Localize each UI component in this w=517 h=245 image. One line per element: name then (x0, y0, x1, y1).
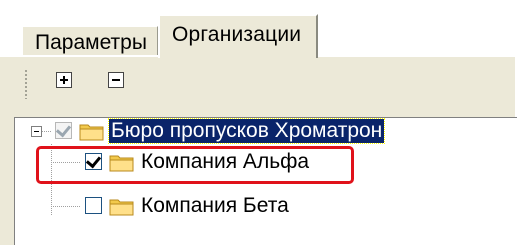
company-beta-checkbox[interactable] (85, 197, 102, 214)
tab-organizations-label: Организации (172, 23, 302, 46)
collapse-all-button[interactable] (108, 72, 124, 88)
folder-icon (109, 155, 134, 172)
organizations-window: Параметры Организации Бюро пропусков Хро… (0, 0, 517, 245)
folder-icon (79, 124, 104, 141)
toolbar-grip[interactable] (24, 69, 28, 99)
tree-node-label[interactable]: Бюро пропусков Хроматрон (107, 118, 386, 144)
tree-node-label[interactable]: Компания Бета (141, 194, 289, 218)
tree-node-label[interactable]: Компания Альфа (141, 150, 309, 174)
expand-all-button[interactable] (56, 72, 72, 88)
tab-organizations[interactable]: Организации (158, 14, 318, 58)
tree-node[interactable]: Компания Бета (15, 193, 505, 219)
tab-panel: Бюро пропусков Хроматрон Компания Альфа … (0, 55, 517, 245)
tab-parameters[interactable]: Параметры (22, 26, 158, 56)
company-alpha-checkbox[interactable] (85, 152, 102, 170)
root-checkbox[interactable] (55, 121, 72, 139)
tab-parameters-label: Параметры (35, 31, 147, 54)
collapse-node-icon[interactable] (31, 126, 42, 137)
organization-tree[interactable]: Бюро пропусков Хроматрон Компания Альфа … (14, 117, 517, 245)
tree-node[interactable]: Компания Альфа (15, 149, 505, 175)
folder-icon (109, 199, 134, 216)
tree-node-root[interactable]: Бюро пропусков Хроматрон (15, 118, 505, 144)
tree-connector (42, 131, 52, 132)
